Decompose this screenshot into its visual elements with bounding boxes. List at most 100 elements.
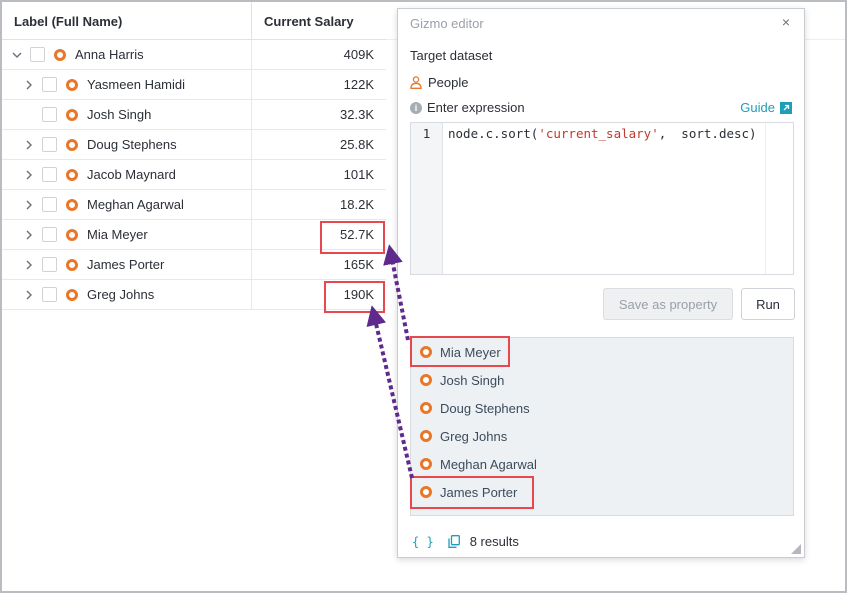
code-line[interactable]: node.c.sort('current_salary', sort.desc) <box>443 123 793 274</box>
expression-label-text: Enter expression <box>427 100 525 115</box>
editor-margin <box>765 123 793 274</box>
guide-link[interactable]: Guide <box>740 100 792 115</box>
chevron-right-icon[interactable] <box>22 228 36 242</box>
table-row[interactable]: James Porter 165K <box>2 250 386 280</box>
row-salary: 190K <box>343 287 374 302</box>
row-salary: 165K <box>343 257 374 272</box>
result-item[interactable]: James Porter <box>411 478 793 506</box>
row-salary: 25.8K <box>340 137 374 152</box>
chevron-down-icon[interactable] <box>10 48 24 62</box>
row-name: Yasmeen Hamidi <box>87 77 186 92</box>
row-salary: 409K <box>343 47 374 62</box>
row-salary: 101K <box>343 167 374 182</box>
node-icon <box>420 402 432 414</box>
chevron-right-icon[interactable] <box>22 78 36 92</box>
run-button[interactable]: Run <box>741 288 795 320</box>
chevron-right-icon[interactable] <box>22 198 36 212</box>
expression-label: i Enter expression <box>410 100 525 115</box>
save-as-property-button[interactable]: Save as property <box>603 288 733 320</box>
result-item[interactable]: Meghan Agarwal <box>411 450 793 478</box>
dataset-selector[interactable]: People <box>410 75 468 90</box>
row-checkbox[interactable] <box>42 167 57 182</box>
resize-grip-icon[interactable] <box>791 544 801 554</box>
column-header-label[interactable]: Label (Full Name) <box>2 2 252 39</box>
table-row[interactable]: Anna Harris 409K <box>2 40 386 70</box>
close-icon[interactable]: × <box>782 14 790 30</box>
row-name: Greg Johns <box>87 287 155 302</box>
line-number: 1 <box>411 123 443 274</box>
guide-label[interactable]: Guide <box>740 100 775 115</box>
result-name: Mia Meyer <box>440 344 501 360</box>
code-prefix: node.c.sort( <box>448 126 539 141</box>
table-row[interactable]: Jacob Maynard 101K <box>2 160 386 190</box>
copy-icon[interactable] <box>448 535 460 548</box>
node-icon <box>420 374 432 386</box>
code-editor[interactable]: 1 node.c.sort('current_salary', sort.des… <box>410 122 794 275</box>
row-name: James Porter <box>87 257 165 272</box>
row-checkbox[interactable] <box>42 257 57 272</box>
node-icon <box>66 168 78 181</box>
json-view-icon[interactable]: { } <box>412 535 434 549</box>
node-icon <box>66 288 78 301</box>
tree-table: Label (Full Name) Current Salary Anna Ha… <box>2 2 386 310</box>
row-name: Josh Singh <box>87 107 152 122</box>
node-icon <box>66 138 78 151</box>
table-row[interactable]: Meghan Agarwal 18.2K <box>2 190 386 220</box>
info-icon: i <box>410 101 422 114</box>
row-name: Mia Meyer <box>87 227 148 242</box>
node-icon <box>66 108 78 121</box>
row-checkbox[interactable] <box>42 107 57 122</box>
row-salary: 32.3K <box>340 107 374 122</box>
table-row[interactable]: Mia Meyer 52.7K <box>2 220 386 250</box>
table-row[interactable]: Greg Johns 190K <box>2 280 386 310</box>
panel-footer: { } 8 results <box>412 534 519 549</box>
result-item[interactable]: Doug Stephens <box>411 394 793 422</box>
chevron-right-icon[interactable] <box>22 138 36 152</box>
table-row[interactable]: Yasmeen Hamidi 122K <box>2 70 386 100</box>
results-list: Mia Meyer Josh Singh Doug Stephens Greg … <box>410 337 794 516</box>
table-header: Label (Full Name) Current Salary <box>2 2 386 40</box>
result-name: Doug Stephens <box>440 400 530 416</box>
results-count: 8 results <box>469 534 519 549</box>
target-dataset-label: Target dataset <box>410 48 493 63</box>
code-string: 'current_salary' <box>538 126 659 141</box>
result-name: James Porter <box>440 484 518 500</box>
row-checkbox[interactable] <box>42 137 57 152</box>
node-icon <box>66 258 78 271</box>
code-suffix: , sort.desc) <box>658 126 757 141</box>
row-checkbox[interactable] <box>42 77 57 92</box>
dataset-name: People <box>428 75 469 90</box>
node-icon <box>420 430 432 442</box>
row-salary: 122K <box>343 77 374 92</box>
result-name: Meghan Agarwal <box>440 456 537 472</box>
panel-title: Gizmo editor <box>410 16 484 31</box>
result-name: Greg Johns <box>440 428 508 444</box>
result-name: Josh Singh <box>440 372 505 388</box>
row-name: Doug Stephens <box>87 137 177 152</box>
node-icon <box>66 228 78 241</box>
table-row[interactable]: Josh Singh 32.3K <box>2 100 386 130</box>
row-salary: 52.7K <box>340 227 374 242</box>
gizmo-editor-panel: Gizmo editor × Target dataset People i E… <box>397 8 805 558</box>
result-item[interactable]: Josh Singh <box>411 366 793 394</box>
result-item[interactable]: Greg Johns <box>411 422 793 450</box>
node-icon <box>66 78 78 91</box>
node-icon <box>420 486 432 498</box>
external-link-icon <box>780 101 792 114</box>
person-icon <box>410 76 422 89</box>
row-name: Meghan Agarwal <box>87 197 184 212</box>
node-icon <box>66 198 78 211</box>
row-checkbox[interactable] <box>42 287 57 302</box>
row-name: Anna Harris <box>75 47 144 62</box>
column-header-salary[interactable]: Current Salary <box>252 2 386 39</box>
node-icon <box>420 458 432 470</box>
row-checkbox[interactable] <box>30 47 45 62</box>
chevron-right-icon[interactable] <box>22 168 36 182</box>
node-icon <box>54 48 66 61</box>
table-row[interactable]: Doug Stephens 25.8K <box>2 130 386 160</box>
result-item[interactable]: Mia Meyer <box>411 338 793 366</box>
chevron-right-icon[interactable] <box>22 288 36 302</box>
chevron-right-icon[interactable] <box>22 258 36 272</box>
row-checkbox[interactable] <box>42 197 57 212</box>
row-checkbox[interactable] <box>42 227 57 242</box>
